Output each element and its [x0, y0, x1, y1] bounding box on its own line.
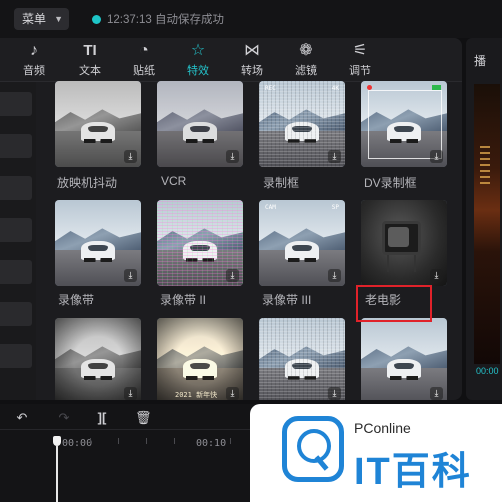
effect-label: DV录制框 [364, 176, 417, 190]
ruler-tick [174, 438, 175, 444]
hud-text: REC [265, 85, 276, 92]
hud-text: 4K [331, 85, 339, 92]
effect-thumb-vhs-2[interactable]: ⤓ [157, 200, 243, 286]
download-icon[interactable]: ⤓ [226, 269, 239, 282]
ruler-tick [118, 438, 119, 444]
menu-button[interactable]: 菜单 ▼ [14, 8, 69, 30]
effects-grid: ⤓ ⤓ REC 4K ⤓ ⤓ 放映机抖动 VCR 录制框 DV录制框 ⤓ ⤓ C… [0, 38, 462, 400]
top-bar: 菜单 ▼ 12:37:13 自动保存成功 [0, 0, 502, 38]
effect-thumb[interactable]: ⤓ [55, 318, 141, 400]
chevron-down-icon: ▼ [54, 14, 63, 24]
download-icon[interactable]: ⤓ [430, 269, 443, 282]
hud-text: CAM [265, 204, 276, 211]
hud-text: SP [331, 204, 339, 211]
download-icon[interactable]: ⤓ [430, 387, 443, 400]
player-title: 播 [474, 54, 487, 68]
effect-thumb-vhs-3[interactable]: CAM SP ⤓ [259, 200, 345, 286]
watermark-small-text: PConline [354, 420, 411, 436]
effect-thumb-vcr[interactable]: ⤓ [157, 81, 243, 167]
download-icon[interactable]: ⤓ [124, 269, 137, 282]
menu-label: 菜单 [22, 12, 47, 26]
download-icon[interactable]: ⤓ [226, 150, 239, 163]
ruler-tick [230, 438, 231, 444]
download-icon[interactable]: ⤓ [328, 269, 341, 282]
download-icon[interactable]: ⤓ [124, 150, 137, 163]
effect-label: 录像带 III [262, 293, 312, 307]
date-stamp: 2021 新年快 [175, 391, 218, 399]
autosave-status: 12:37:13 自动保存成功 [92, 11, 224, 27]
effect-label: 录像带 II [160, 293, 207, 307]
watermark: PConline IT百科 [250, 404, 502, 502]
effect-thumb-old-film[interactable]: ⤓ [361, 200, 447, 286]
undo-icon[interactable]: ↶ [14, 410, 30, 426]
effect-label: 录像带 [58, 293, 95, 307]
delete-icon[interactable]: 🗑 [135, 410, 152, 426]
material-panel: ♪ 音频 TI 文本 ◔ 贴纸 ☆ 特效 ⋈ 转场 ❁ 滤镜 ⚟ 调节 ⤓ ⤓ … [0, 38, 462, 400]
download-icon[interactable]: ⤓ [226, 387, 239, 400]
download-icon[interactable]: ⤓ [430, 150, 443, 163]
redo-icon[interactable]: ↷ [56, 410, 72, 426]
download-icon[interactable]: ⤓ [124, 387, 137, 400]
effect-label: VCR [161, 174, 187, 188]
effect-label: 放映机抖动 [57, 176, 118, 190]
effect-thumb[interactable]: ⤓ [259, 318, 345, 400]
rec-indicator [367, 85, 372, 90]
effect-thumb-vhs[interactable]: ⤓ [55, 200, 141, 286]
ruler-label: 00:10 [196, 438, 227, 449]
ruler-tick [90, 438, 91, 444]
ruler-label: 00:00 [62, 438, 93, 449]
effect-thumb[interactable]: ⤓ [361, 318, 447, 400]
split-icon[interactable]: ][ [94, 410, 110, 426]
effect-label: 录制框 [263, 176, 300, 190]
watermark-big-text: IT百科 [354, 451, 472, 493]
battery-icon [432, 85, 441, 90]
playhead[interactable] [53, 436, 61, 502]
download-icon[interactable]: ⤓ [328, 150, 341, 163]
download-icon[interactable]: ⤓ [328, 387, 341, 400]
preview-image [474, 84, 500, 364]
highlight-box [356, 285, 432, 322]
effect-thumb-dv-record-frame[interactable]: ⤓ [361, 81, 447, 167]
effect-thumb[interactable]: 2021 新年快 ⤓ [157, 318, 243, 400]
pconline-logo-icon [282, 416, 344, 482]
player-time: 00:00 [476, 366, 499, 376]
ruler-tick [146, 438, 147, 444]
autosave-text: 12:37:13 自动保存成功 [107, 14, 224, 26]
effect-thumb-projector-shake[interactable]: ⤓ [55, 81, 141, 167]
autosave-check-icon [92, 14, 101, 24]
player-panel: 播 00:00 [466, 38, 502, 400]
effect-thumb-record-frame[interactable]: REC 4K ⤓ [259, 81, 345, 167]
